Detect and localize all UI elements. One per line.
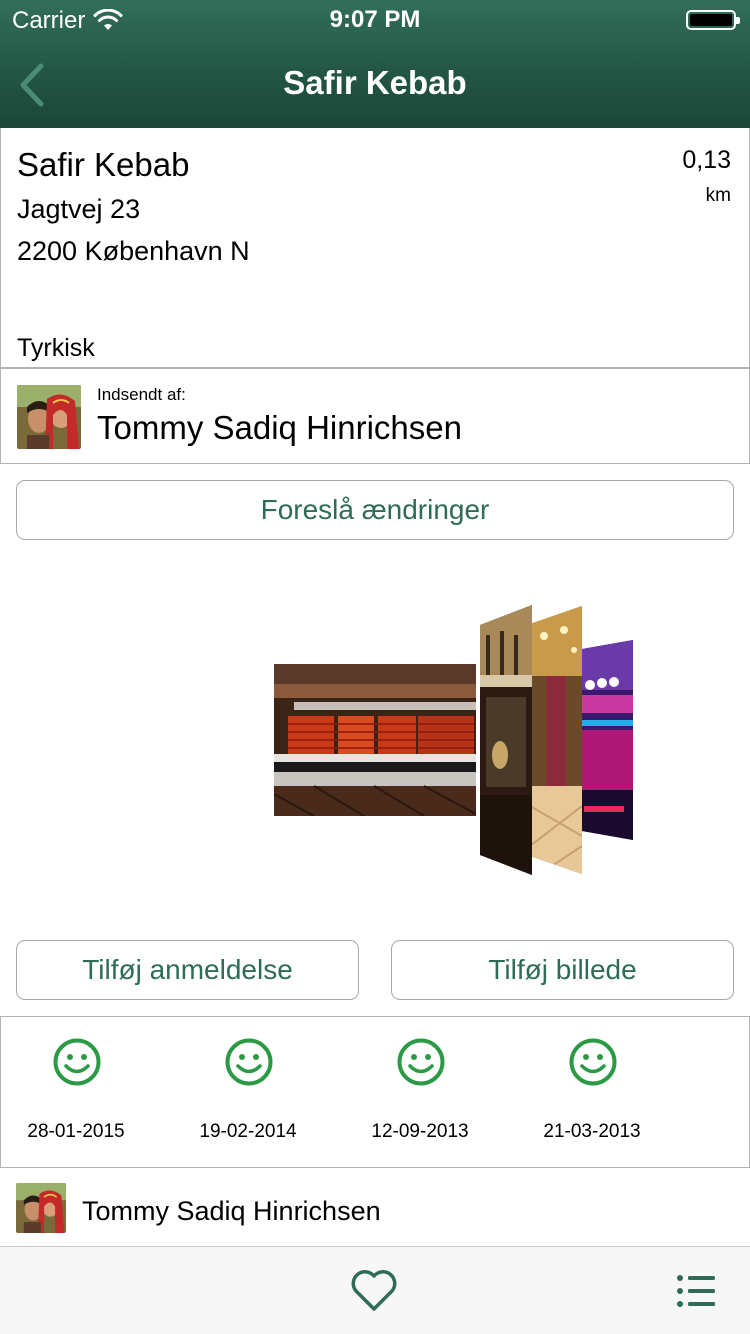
smiley-icon bbox=[53, 1038, 101, 1086]
gallery-photo[interactable] bbox=[274, 664, 476, 816]
smiley-icon bbox=[569, 1038, 617, 1086]
submitted-by-label: Indsendt af: bbox=[97, 385, 186, 404]
reviewer-row[interactable]: Tommy Sadiq Hinrichsen bbox=[0, 1168, 750, 1246]
place-cuisine: Tyrkisk bbox=[17, 334, 95, 362]
smiley-icon bbox=[397, 1038, 445, 1086]
gallery-photo[interactable] bbox=[480, 605, 532, 875]
smiley-icon bbox=[225, 1038, 273, 1086]
page-title: Safir Kebab bbox=[283, 64, 467, 101]
reviewer-name: Tommy Sadiq Hinrichsen bbox=[82, 1196, 381, 1226]
status-time: 9:07 PM bbox=[329, 6, 421, 33]
status-bar: Carrier 9:07 PM bbox=[0, 0, 750, 40]
submitter-avatar bbox=[17, 385, 81, 449]
review-date: 12-09-2013 bbox=[371, 1121, 469, 1142]
review-date: 28-01-2015 bbox=[27, 1121, 125, 1142]
place-info-section: Safir Kebab Jagtvej 23 2200 København N … bbox=[0, 128, 750, 368]
review-date: 19-02-2014 bbox=[199, 1121, 297, 1142]
review-item[interactable]: 21-03-2013 bbox=[517, 1017, 667, 1167]
submitter-row[interactable]: Indsendt af: Tommy Sadiq Hinrichsen bbox=[0, 368, 750, 464]
add-photo-button[interactable]: Tilføj billede bbox=[391, 940, 734, 1000]
list-icon[interactable] bbox=[676, 1273, 716, 1309]
suggest-changes-button[interactable]: Foreslå ændringer bbox=[16, 480, 734, 540]
navigation-header: Carrier 9:07 PM Safir Kebab bbox=[0, 0, 750, 128]
place-city: 2200 København N bbox=[17, 236, 250, 266]
review-item[interactable]: 12-09-2013 bbox=[345, 1017, 495, 1167]
add-review-button[interactable]: Tilføj anmeldelse bbox=[16, 940, 359, 1000]
gallery-photo[interactable] bbox=[582, 640, 633, 840]
gallery-photo[interactable] bbox=[530, 606, 582, 874]
review-item[interactable]: 19-02-2014 bbox=[173, 1017, 323, 1167]
place-street: Jagtvej 23 bbox=[17, 194, 141, 224]
battery-icon bbox=[686, 10, 740, 30]
reviews-row: 28-01-2015 19-02-2014 12-09-2013 21-03-2… bbox=[0, 1016, 750, 1168]
tab-bar bbox=[0, 1246, 750, 1334]
distance-unit: km bbox=[705, 185, 731, 206]
review-item[interactable]: 28-01-2015 bbox=[1, 1017, 151, 1167]
submitter-name[interactable]: Tommy Sadiq Hinrichsen bbox=[97, 409, 462, 447]
heart-icon[interactable] bbox=[350, 1267, 398, 1313]
distance-value: 0,13 bbox=[682, 146, 731, 174]
reviewer-avatar bbox=[16, 1183, 66, 1233]
place-name: Safir Kebab bbox=[17, 146, 190, 183]
review-date: 21-03-2013 bbox=[543, 1121, 641, 1142]
photo-gallery[interactable] bbox=[0, 560, 750, 920]
